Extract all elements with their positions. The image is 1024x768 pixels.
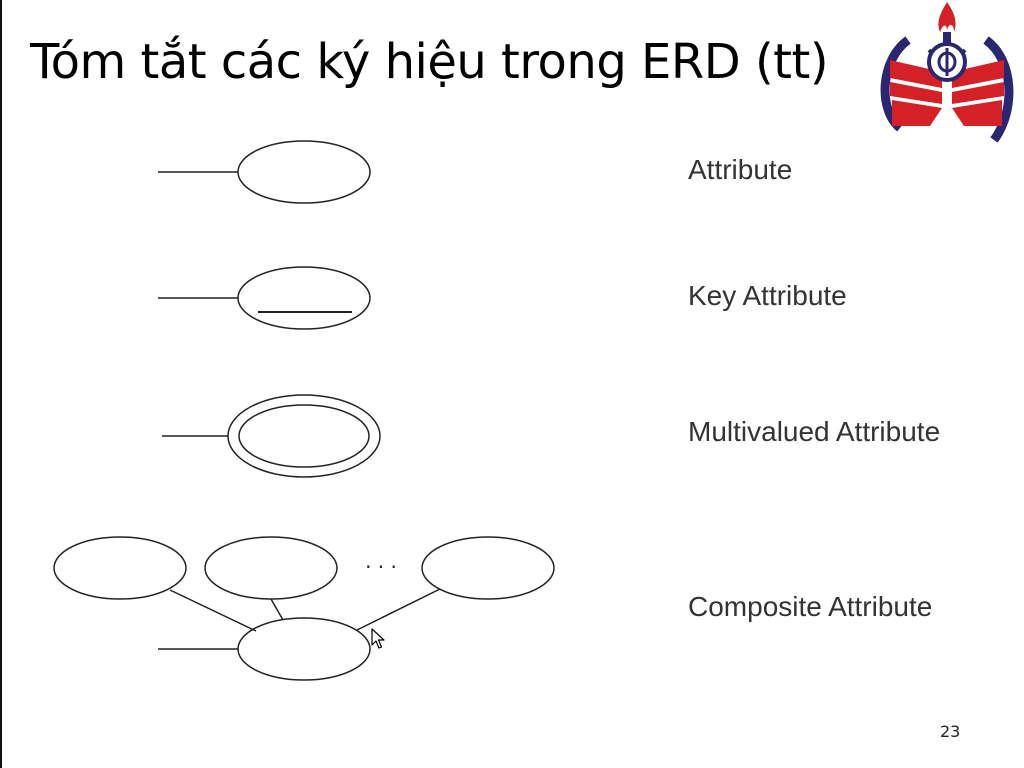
multivalued-inner-ellipse <box>238 404 370 468</box>
erd-notation-diagram: · · · <box>53 140 555 681</box>
label-attribute: Attribute <box>688 154 793 185</box>
multivalued-attribute-symbol <box>162 394 381 478</box>
multivalued-outer-ellipse <box>227 394 381 478</box>
composite-component-ellipse-1 <box>53 536 187 600</box>
composite-link-3 <box>356 588 441 631</box>
key-attribute-symbol <box>158 266 371 330</box>
composite-component-ellipse-2 <box>204 536 338 600</box>
label-multivalued-attribute: Multivalued Attribute <box>688 416 941 447</box>
mouse-pointer-icon <box>371 628 385 649</box>
composite-attribute-symbol <box>53 536 555 681</box>
label-composite-attribute: Composite Attribute <box>688 591 933 622</box>
page-number: 23 <box>940 722 961 741</box>
attribute-symbol <box>158 140 371 204</box>
composite-parent-ellipse <box>237 617 371 681</box>
composite-component-ellipse-3 <box>421 536 555 600</box>
key-attribute-ellipse <box>237 266 371 330</box>
composite-ellipsis: · · · <box>365 555 397 579</box>
attribute-ellipse <box>237 140 371 204</box>
label-key-attribute: Key Attribute <box>688 280 847 311</box>
composite-link-2 <box>270 598 284 621</box>
